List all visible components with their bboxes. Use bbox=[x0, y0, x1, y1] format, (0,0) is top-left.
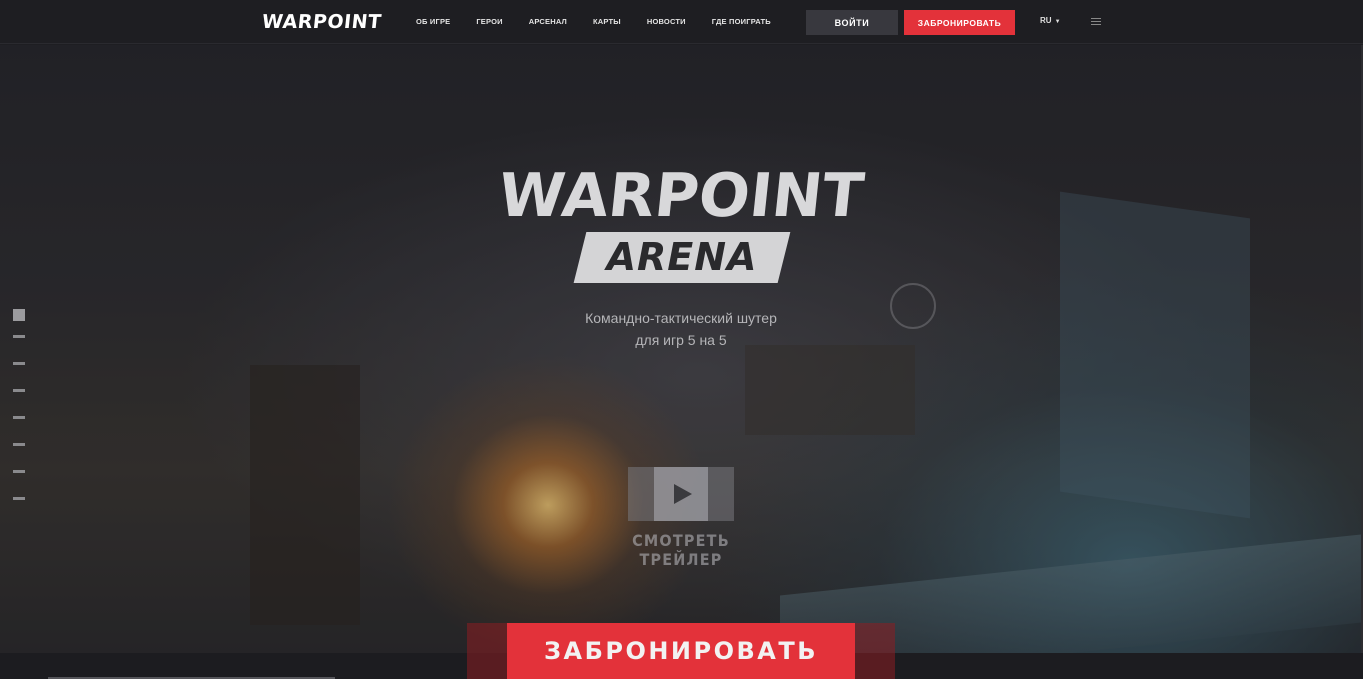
watch-trailer-label[interactable]: СМОТРЕТЬ ТРЕЙЛЕР bbox=[590, 531, 772, 569]
main-nav: ОБ ИГРЕ ГЕРОИ АРСЕНАЛ КАРТЫ НОВОСТИ ГДЕ … bbox=[416, 17, 797, 26]
language-label: RU bbox=[1040, 16, 1052, 25]
pager-dot[interactable] bbox=[13, 443, 25, 446]
pager-dot[interactable] bbox=[13, 335, 25, 338]
login-button[interactable]: ВОЙТИ bbox=[806, 10, 898, 35]
hero-tagline: Командно-тактический шутер для игр 5 на … bbox=[540, 307, 822, 351]
nav-item-arsenal[interactable]: АРСЕНАЛ bbox=[529, 17, 567, 26]
site-header: WARPOINT ОБ ИГРЕ ГЕРОИ АРСЕНАЛ КАРТЫ НОВ… bbox=[0, 0, 1363, 44]
nav-item-heroes[interactable]: ГЕРОИ bbox=[476, 17, 502, 26]
pager-dot[interactable] bbox=[13, 470, 25, 473]
nav-item-news[interactable]: НОВОСТИ bbox=[647, 17, 686, 26]
section-pager bbox=[13, 309, 25, 524]
tagline-line-2: для игр 5 на 5 bbox=[635, 332, 727, 348]
chevron-down-icon: ▼ bbox=[1054, 19, 1061, 25]
nav-item-about[interactable]: ОБ ИГРЕ bbox=[416, 17, 450, 26]
tagline-line-1: Командно-тактический шутер bbox=[585, 310, 777, 326]
language-selector[interactable]: RU ▼ bbox=[1040, 16, 1061, 25]
pager-dot[interactable] bbox=[13, 389, 25, 392]
pager-dot-active[interactable] bbox=[13, 309, 25, 321]
book-button-header[interactable]: ЗАБРОНИРОВАТЬ bbox=[904, 10, 1015, 35]
nav-item-where-to-play[interactable]: ГДЕ ПОИГРАТЬ bbox=[712, 17, 771, 26]
arena-label: ARENA bbox=[606, 235, 758, 279]
site-logo[interactable]: WARPOINT bbox=[261, 11, 383, 33]
book-button-main[interactable]: ЗАБРОНИРОВАТЬ bbox=[507, 623, 855, 679]
hero-logo: WARPOINT bbox=[495, 161, 867, 231]
pager-dot[interactable] bbox=[13, 497, 25, 500]
play-icon bbox=[654, 467, 708, 521]
hero-section: WARPOINT ARENA Командно-тактический шуте… bbox=[0, 45, 1361, 653]
nav-item-maps[interactable]: КАРТЫ bbox=[593, 17, 621, 26]
pager-dot[interactable] bbox=[13, 362, 25, 365]
pager-dot[interactable] bbox=[13, 416, 25, 419]
hamburger-icon[interactable] bbox=[1091, 18, 1101, 27]
play-trailer-button[interactable] bbox=[628, 467, 734, 521]
